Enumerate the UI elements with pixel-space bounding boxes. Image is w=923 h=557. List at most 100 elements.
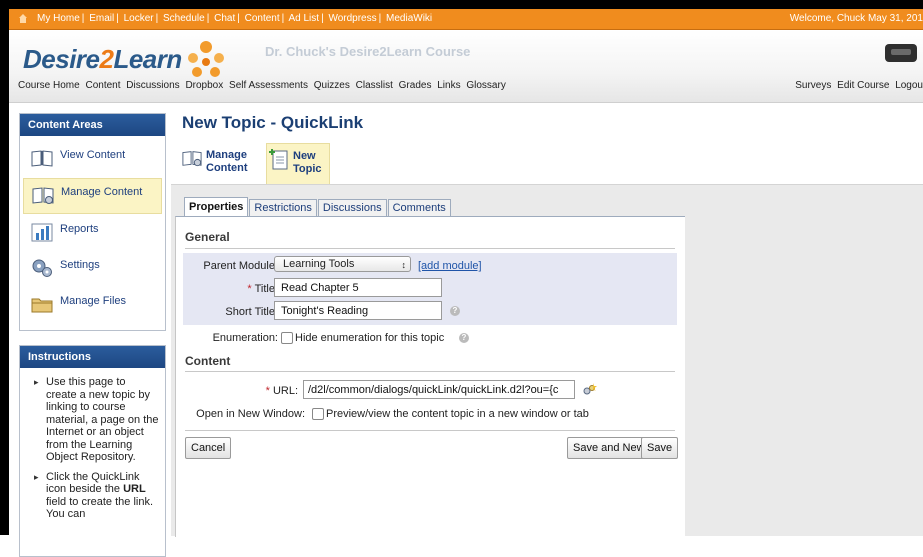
instruction-item: Use this page to create a new topic by l… <box>34 376 159 464</box>
tab-restrictions[interactable]: Restrictions <box>249 199 317 217</box>
nav-links[interactable]: Links <box>437 80 460 91</box>
new-topic-button[interactable]: New Topic <box>266 143 330 185</box>
tab-comments[interactable]: Comments <box>387 199 451 217</box>
desire2learn-logo[interactable]: Desire2Learn <box>23 44 182 75</box>
nav-classlist[interactable]: Classlist <box>356 80 393 91</box>
nav-discussions[interactable]: Discussions <box>126 80 179 91</box>
cancel-button[interactable]: Cancel <box>185 437 232 459</box>
nav-quizzes[interactable]: Quizzes <box>314 80 350 91</box>
tab-discussions[interactable]: Discussions <box>317 199 387 217</box>
bar-chart-icon <box>31 223 53 242</box>
action-bar: Manage Content New Topic <box>180 143 923 185</box>
manage-content-button[interactable]: Manage Content <box>180 143 254 183</box>
properties-form: General Parent Module: Learning Tools ↕ [… <box>175 216 685 537</box>
parent-module-label: Parent Module: <box>203 260 278 272</box>
course-navigation-right: Surveys Edit Course Logou <box>792 80 923 91</box>
hide-enumeration-label: Hide enumeration for this topic <box>295 332 445 344</box>
top-link-mediawiki[interactable]: MediaWiki <box>386 13 432 24</box>
nav-grades[interactable]: Grades <box>399 80 432 91</box>
top-link-schedule[interactable]: Schedule <box>163 13 205 24</box>
title-input[interactable]: Read Chapter 5 <box>274 278 442 297</box>
nav-course-home[interactable]: Course Home <box>18 80 80 91</box>
sidebar-item-label: Manage Files <box>60 295 127 307</box>
sidebar-item-settings[interactable]: Settings <box>23 252 162 286</box>
top-link-wordpress[interactable]: Wordpress <box>328 13 376 24</box>
device-icon[interactable] <box>885 44 917 62</box>
content-areas-title: Content Areas <box>20 114 165 136</box>
new-topic-label: New Topic <box>293 150 322 175</box>
new-window-checkbox-label: Preview/view the content topic in a new … <box>326 408 589 420</box>
save-and-new-button[interactable]: Save and New <box>567 437 651 459</box>
select-arrows-icon: ↕ <box>401 260 407 270</box>
top-link-content[interactable]: Content <box>245 13 280 24</box>
add-module-link[interactable]: [add module] <box>418 260 482 272</box>
top-link-email[interactable]: Email <box>89 13 114 24</box>
course-title: Dr. Chuck's Desire2Learn Course <box>265 44 471 59</box>
nav-self-assessments[interactable]: Self Assessments <box>229 80 308 91</box>
content-areas-panel: Content Areas View Content Manage Conten… <box>19 113 166 331</box>
site-header: Desire2Learn Dr. Chuck's Desire2Learn Co… <box>9 30 923 103</box>
short-title-label: Short Title: <box>225 306 278 318</box>
short-title-input[interactable]: Tonight's Reading <box>274 301 442 320</box>
sidebar-item-manage-content[interactable]: Manage Content <box>23 178 162 214</box>
url-label: * URL: <box>265 385 298 397</box>
instructions-panel: Instructions Use this page to create a n… <box>19 345 166 557</box>
new-document-icon <box>269 149 288 170</box>
top-navigation-bar: My Home | Email | Locker | Schedule | Chat | … <box>9 9 923 30</box>
top-link-chat[interactable]: Chat <box>214 13 235 24</box>
tab-properties[interactable]: Properties <box>184 197 249 217</box>
general-divider <box>185 248 675 249</box>
title-row: * Title: Read Chapter 5 <box>183 278 677 300</box>
sidebar-item-label: View Content <box>60 149 126 161</box>
instruction-item: Click the QuickLink icon beside the URL … <box>34 471 159 521</box>
instructions-title: Instructions <box>20 346 165 368</box>
new-window-row: Open in New Window: Preview/view the con… <box>183 403 677 425</box>
instructions-body: Use this page to create a new topic by l… <box>20 368 165 532</box>
help-icon[interactable]: ? <box>450 306 460 316</box>
gears-icon <box>32 259 52 277</box>
page-title: New Topic - QuickLink <box>182 113 364 132</box>
tab-area: Properties Restrictions Discussions Comment… <box>171 184 923 537</box>
parent-module-select[interactable]: Learning Tools ↕ <box>274 256 411 272</box>
manage-book-icon <box>32 187 54 204</box>
sidebar-item-view-content[interactable]: View Content <box>23 142 162 176</box>
welcome-text: Welcome, Chuck May 31, 201 <box>789 13 923 24</box>
nav-logout[interactable]: Logou <box>895 80 923 91</box>
save-button[interactable]: Save <box>641 437 679 459</box>
nav-content[interactable]: Content <box>85 80 120 91</box>
short-title-row: Short Title: Tonight's Reading ? <box>183 301 677 323</box>
logo-dots-icon <box>188 41 224 77</box>
parent-module-row: Parent Module: Learning Tools ↕ [add modu… <box>183 255 677 277</box>
hide-enumeration-checkbox[interactable] <box>281 332 293 344</box>
open-book-icon <box>31 150 53 167</box>
general-section-title: General <box>185 230 230 244</box>
sidebar: Content Areas View Content Manage Conten… <box>19 113 166 557</box>
enumeration-row: Enumeration: Hide enumeration for this t… <box>183 327 677 349</box>
sidebar-item-reports[interactable]: Reports <box>23 216 162 250</box>
sidebar-item-label: Reports <box>60 223 99 235</box>
content-divider <box>185 371 675 372</box>
manage-book-icon <box>182 151 202 167</box>
tab-strip: Properties Restrictions Discussions Comment… <box>184 197 452 217</box>
manage-content-label: Manage Content <box>206 149 248 174</box>
top-link-ad-list[interactable]: Ad List <box>288 13 319 24</box>
new-window-checkbox[interactable] <box>312 408 324 420</box>
title-label: * Title: <box>247 283 278 295</box>
nav-edit-course[interactable]: Edit Course <box>837 80 889 91</box>
nav-surveys[interactable]: Surveys <box>795 80 831 91</box>
sidebar-item-manage-files[interactable]: Manage Files <box>23 288 162 322</box>
course-navigation: Course Home Content Discussions Dropbox … <box>18 80 509 91</box>
quicklink-icon[interactable] <box>581 382 597 398</box>
nav-glossary[interactable]: Glossary <box>466 80 505 91</box>
top-link-locker[interactable]: Locker <box>124 13 154 24</box>
window-frame-left <box>0 0 9 535</box>
enumeration-label: Enumeration: <box>212 332 278 344</box>
help-icon[interactable]: ? <box>459 333 469 343</box>
window-frame-top <box>0 0 923 9</box>
top-link-my-home[interactable]: My Home <box>37 13 80 24</box>
content-section-title: Content <box>185 354 231 368</box>
url-input[interactable]: /d2l/common/dialogs/quickLink/quickLink.… <box>303 380 575 399</box>
sidebar-item-label: Settings <box>60 259 100 271</box>
nav-dropbox[interactable]: Dropbox <box>185 80 223 91</box>
new-window-label: Open in New Window: <box>196 408 305 420</box>
